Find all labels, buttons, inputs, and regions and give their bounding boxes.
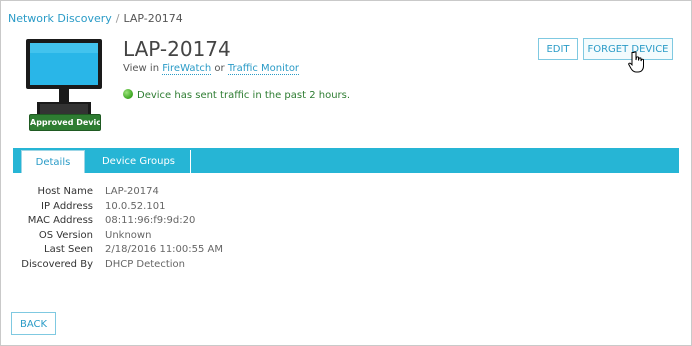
page-title: LAP-20174 bbox=[123, 37, 231, 61]
back-button[interactable]: BACK bbox=[11, 312, 56, 335]
detail-label: MAC Address bbox=[27, 215, 93, 226]
hand-pointer-cursor-icon bbox=[628, 51, 644, 73]
detail-row-mac-address: MAC Address 08:11:96:f9:9d:20 bbox=[10, 214, 223, 229]
breadcrumb-network-discovery[interactable]: Network Discovery bbox=[8, 12, 112, 25]
detail-value: LAP-20174 bbox=[105, 186, 159, 197]
approved-device-badge: Approved Device bbox=[29, 114, 101, 131]
status-dot-icon bbox=[123, 89, 133, 99]
view-in-prefix: View in bbox=[123, 63, 160, 74]
traffic-monitor-link[interactable]: Traffic Monitor bbox=[227, 63, 300, 75]
breadcrumb: Network Discovery / LAP-20174 bbox=[8, 12, 183, 25]
status-text: Device has sent traffic in the past 2 ho… bbox=[137, 90, 351, 101]
view-in-or: or bbox=[214, 63, 225, 74]
detail-label: Last Seen bbox=[44, 244, 93, 255]
tab-device-groups[interactable]: Device Groups bbox=[87, 150, 191, 173]
detail-value: 08:11:96:f9:9d:20 bbox=[105, 215, 196, 226]
detail-row-last-seen: Last Seen 2/18/2016 11:00:55 AM bbox=[10, 243, 223, 258]
edit-button[interactable]: EDIT bbox=[538, 38, 578, 60]
detail-row-ip-address: IP Address 10.0.52.101 bbox=[10, 200, 223, 215]
detail-value: 10.0.52.101 bbox=[105, 200, 166, 212]
detail-label: IP Address bbox=[41, 200, 93, 212]
view-in-links: View in FireWatch or Traffic Monitor bbox=[123, 63, 300, 75]
firewatch-link[interactable]: FireWatch bbox=[162, 63, 212, 75]
detail-label: OS Version bbox=[38, 229, 93, 241]
detail-row-host-name: Host Name LAP-20174 bbox=[10, 185, 223, 200]
detail-label: Discovered By bbox=[21, 258, 93, 270]
tab-details[interactable]: Details bbox=[21, 150, 85, 173]
breadcrumb-separator: / bbox=[115, 12, 120, 25]
detail-value: 2/18/2016 11:00:55 AM bbox=[105, 244, 224, 255]
traffic-status: Device has sent traffic in the past 2 ho… bbox=[123, 89, 350, 101]
tab-bar: Details Device Groups bbox=[13, 148, 679, 173]
detail-value: DHCP Detection bbox=[105, 258, 185, 270]
breadcrumb-current: LAP-20174 bbox=[123, 12, 183, 25]
detail-row-discovered-by: Discovered By DHCP Detection bbox=[10, 258, 223, 273]
detail-label: Host Name bbox=[37, 186, 93, 197]
detail-value: Unknown bbox=[105, 229, 152, 241]
detail-row-os-version: OS Version Unknown bbox=[10, 229, 223, 244]
device-details: Host Name LAP-20174 IP Address 10.0.52.101… bbox=[10, 185, 223, 272]
